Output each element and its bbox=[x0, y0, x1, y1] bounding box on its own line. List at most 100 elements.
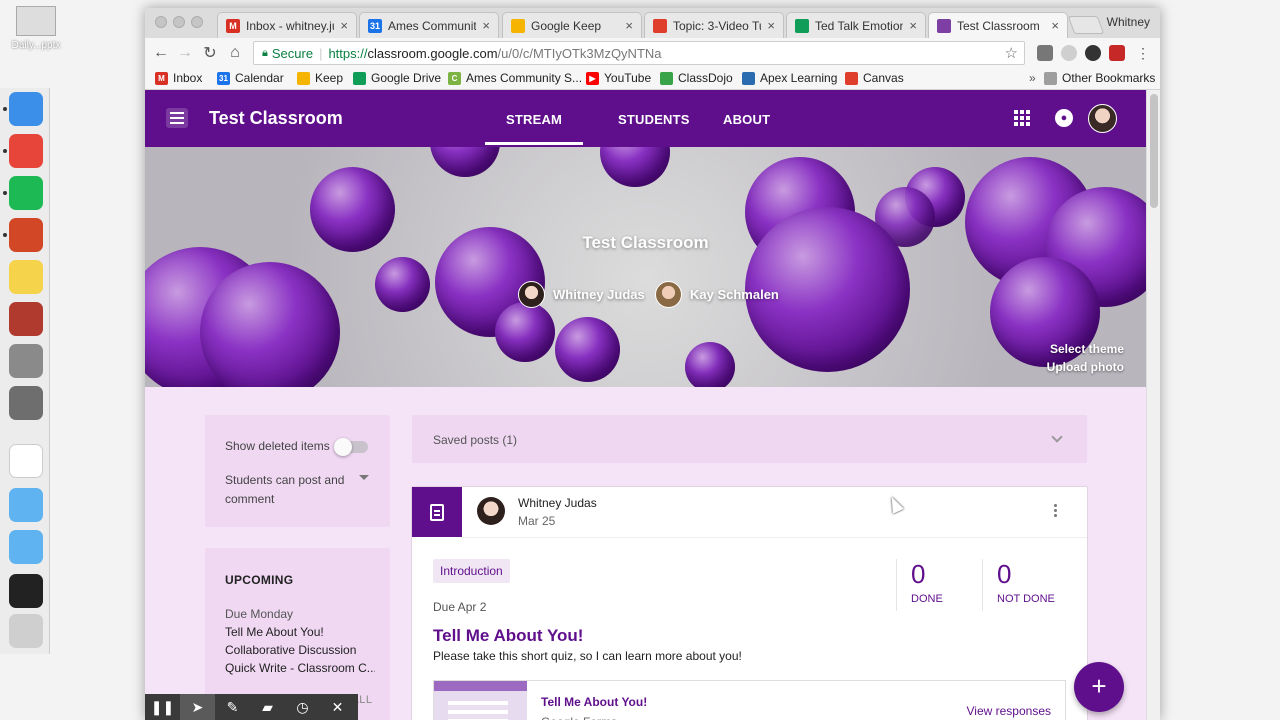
topic-chip[interactable]: Introduction bbox=[433, 559, 510, 583]
notifications-icon[interactable]: ● bbox=[1055, 109, 1073, 127]
bookmark-item[interactable]: Google Drive bbox=[353, 71, 441, 85]
dock-folder-icon[interactable] bbox=[9, 488, 43, 522]
apex-icon bbox=[742, 71, 755, 85]
highlighter-icon[interactable]: ▰ bbox=[250, 694, 285, 720]
pause-icon[interactable]: ❚❚ bbox=[145, 694, 180, 720]
assignment-title[interactable]: Tell Me About You! bbox=[433, 626, 583, 646]
minimize-window-button[interactable] bbox=[173, 16, 185, 28]
extension-pocket-icon[interactable] bbox=[1037, 45, 1053, 61]
dock-notes-icon[interactable] bbox=[9, 260, 43, 294]
zoom-window-button[interactable] bbox=[191, 16, 203, 28]
menu-icon[interactable] bbox=[166, 108, 188, 128]
upload-photo-link[interactable]: Upload photo bbox=[1047, 360, 1124, 374]
profile-name[interactable]: Whitney bbox=[1107, 15, 1150, 29]
bookmark-item[interactable]: Canvas bbox=[845, 71, 904, 85]
dock-system-preferences-icon[interactable] bbox=[9, 386, 43, 420]
page-scrollbar[interactable] bbox=[1146, 90, 1160, 720]
browser-tab[interactable]: Test Classroom × bbox=[928, 12, 1068, 38]
dock-chrome-icon[interactable] bbox=[9, 134, 43, 168]
close-tab-icon[interactable]: × bbox=[482, 18, 490, 33]
address-bar[interactable]: 🔒︎ Secure | https:// classroom.google.co… bbox=[253, 41, 1025, 65]
student-permissions-select[interactable]: Students can post and comment bbox=[225, 471, 355, 509]
google-apps-icon[interactable] bbox=[1014, 110, 1030, 126]
show-deleted-toggle[interactable] bbox=[334, 438, 368, 456]
saved-posts-bar[interactable]: Saved posts (1) bbox=[412, 415, 1087, 463]
account-avatar[interactable] bbox=[1088, 104, 1117, 133]
close-tab-icon[interactable]: × bbox=[1051, 18, 1059, 33]
banner-orb bbox=[495, 302, 555, 362]
close-tab-icon[interactable]: × bbox=[625, 18, 633, 33]
close-tab-icon[interactable]: × bbox=[909, 18, 917, 33]
done-stat[interactable]: 0 DONE bbox=[896, 559, 982, 611]
extension-record-icon[interactable] bbox=[1109, 45, 1125, 61]
close-tab-icon[interactable]: × bbox=[340, 18, 348, 33]
add-post-button[interactable]: + bbox=[1074, 662, 1124, 712]
pointer-icon[interactable]: ➤ bbox=[180, 694, 215, 720]
desktop-file[interactable]: Daily...pptx bbox=[6, 6, 66, 51]
dock-running-indicator bbox=[3, 149, 7, 153]
dock-trash-icon[interactable] bbox=[9, 614, 43, 648]
not-done-label: NOT DONE bbox=[997, 593, 1055, 605]
new-tab-button[interactable] bbox=[1067, 16, 1105, 34]
upcoming-item[interactable]: Collaborative Discussion bbox=[225, 641, 375, 659]
class-title[interactable]: Test Classroom bbox=[209, 108, 343, 129]
browser-tab[interactable]: M Inbox - whitney.jud × bbox=[217, 12, 357, 38]
bookmarks-overflow-icon[interactable]: » bbox=[1029, 71, 1036, 85]
forward-icon[interactable]: → bbox=[175, 43, 195, 63]
lock-icon: 🔒︎ bbox=[262, 46, 268, 59]
bookmark-star-icon[interactable]: ☆ bbox=[1005, 44, 1018, 62]
upcoming-item[interactable]: Tell Me About You! bbox=[225, 623, 375, 641]
youtube-icon: ▶ bbox=[586, 71, 599, 85]
bookmark-item[interactable]: ▶ YouTube bbox=[586, 71, 651, 85]
chevron-down-icon[interactable] bbox=[359, 475, 369, 480]
classroom-page: Test Classroom STREAM STUDENTS ABOUT ● T… bbox=[145, 90, 1160, 720]
reload-icon[interactable]: ↻ bbox=[200, 43, 220, 63]
other-bookmarks[interactable]: Other Bookmarks bbox=[1044, 71, 1155, 85]
browser-tab[interactable]: Topic: 3-Video Tut × bbox=[644, 12, 784, 38]
scrollbar-thumb[interactable] bbox=[1150, 94, 1158, 208]
close-window-button[interactable] bbox=[155, 16, 167, 28]
browser-tab[interactable]: Google Keep × bbox=[502, 12, 642, 38]
timer-icon[interactable]: ◷ bbox=[285, 694, 320, 720]
close-icon[interactable]: ✕ bbox=[320, 694, 355, 720]
extension-cloud-icon[interactable] bbox=[1061, 45, 1077, 61]
select-theme-link[interactable]: Select theme bbox=[1050, 342, 1124, 356]
upcoming-item[interactable]: Quick Write - Classroom C... bbox=[225, 659, 375, 677]
pen-icon[interactable]: ✎ bbox=[215, 694, 250, 720]
bookmark-item[interactable]: M Inbox bbox=[155, 71, 202, 85]
tab-stream[interactable]: STREAM bbox=[485, 112, 584, 145]
chevron-down-icon[interactable] bbox=[1051, 431, 1063, 443]
classroom-app-bar: Test Classroom STREAM STUDENTS ABOUT ● bbox=[145, 90, 1146, 147]
bookmark-label: Calendar bbox=[235, 71, 284, 85]
attachment-title[interactable]: Tell Me About You! bbox=[541, 695, 647, 709]
form-attachment[interactable]: Tell Me About You! Google Forms View res… bbox=[433, 680, 1066, 720]
dock-screen-recorder-icon[interactable] bbox=[9, 574, 43, 608]
bookmark-item[interactable]: Keep bbox=[297, 71, 343, 85]
back-icon[interactable]: ← bbox=[151, 43, 171, 63]
bookmark-item[interactable]: ClassDojo bbox=[660, 71, 733, 85]
dock-downloads-icon[interactable] bbox=[9, 530, 43, 564]
dock-spotify-icon[interactable] bbox=[9, 176, 43, 210]
browser-menu-icon[interactable]: ⋮ bbox=[1133, 43, 1153, 63]
dock-dictionary-icon[interactable] bbox=[9, 302, 43, 336]
bookmark-item[interactable]: Apex Learning bbox=[742, 71, 837, 85]
bookmark-item[interactable]: 31 Calendar bbox=[217, 71, 284, 85]
dock-powerpoint-icon[interactable] bbox=[9, 218, 43, 252]
browser-tab[interactable]: 31 Ames Community Sc × bbox=[359, 12, 499, 38]
bookmark-item[interactable]: C Ames Community S... bbox=[448, 71, 582, 85]
view-responses-link[interactable]: View responses bbox=[967, 704, 1052, 718]
more-options-icon[interactable] bbox=[1054, 504, 1057, 507]
not-done-stat[interactable]: 0 NOT DONE bbox=[982, 559, 1072, 611]
dock-finder-icon[interactable] bbox=[9, 92, 43, 126]
tab-students[interactable]: STUDENTS bbox=[618, 112, 690, 127]
browser-tab[interactable]: Ted Talk Emotions × bbox=[786, 12, 926, 38]
dock-document-icon[interactable] bbox=[9, 444, 43, 478]
dock-calculator-icon[interactable] bbox=[9, 344, 43, 378]
upcoming-due-label: Due Monday bbox=[225, 607, 294, 621]
banner-orb bbox=[685, 342, 735, 387]
secure-label: Secure bbox=[271, 45, 314, 61]
tab-about[interactable]: ABOUT bbox=[723, 112, 770, 127]
close-tab-icon[interactable]: × bbox=[767, 18, 775, 33]
extension-screencast-icon[interactable] bbox=[1085, 45, 1101, 61]
home-icon[interactable]: ⌂ bbox=[225, 43, 245, 63]
